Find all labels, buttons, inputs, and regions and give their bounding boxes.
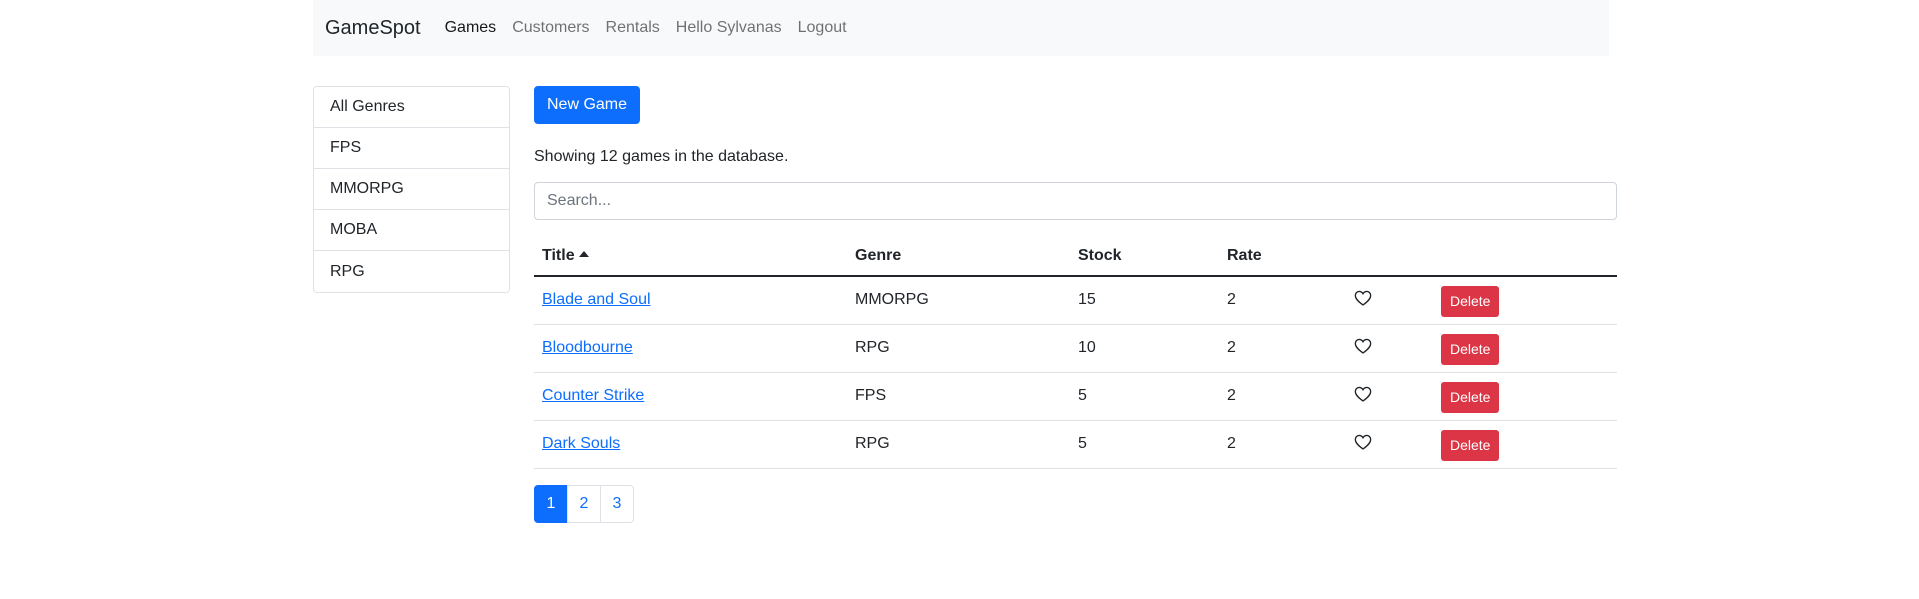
caret-up-icon — [578, 250, 589, 257]
game-stock: 5 — [1070, 372, 1219, 421]
column-header-stock[interactable]: Stock — [1070, 236, 1219, 277]
page-link-3[interactable]: 3 — [600, 484, 634, 523]
genre-item-rpg[interactable]: RPG — [314, 251, 509, 292]
column-header-title-label: Title — [542, 246, 575, 264]
game-title-link[interactable]: Blade and Soul — [542, 291, 651, 308]
game-rate: 2 — [1219, 420, 1346, 469]
nav-link-profile[interactable]: Hello Sylvanas — [676, 19, 782, 37]
nav-link-games[interactable]: Games — [445, 19, 497, 37]
game-genre: RPG — [847, 420, 1070, 469]
heart-outline-icon[interactable] — [1354, 337, 1372, 355]
table-row: Blade and Soul MMORPG 15 2 Delete — [534, 276, 1617, 325]
heart-outline-icon[interactable] — [1354, 385, 1372, 403]
pagination: 1 2 3 — [534, 484, 1617, 523]
table-row: Bloodbourne RPG 10 2 Delete — [534, 324, 1617, 373]
game-genre: RPG — [847, 324, 1070, 373]
game-rate: 2 — [1219, 324, 1346, 373]
page-container: GameSpot Games Customers Rentals Hello S… — [313, 0, 1617, 523]
column-header-actions — [1433, 236, 1617, 277]
brand-link[interactable]: GameSpot — [325, 17, 421, 40]
column-header-like — [1346, 236, 1433, 277]
game-genre: FPS — [847, 372, 1070, 421]
table-header-row: Title Genre Stock Rate — [534, 236, 1617, 277]
table-row: Dark Souls RPG 5 2 Delete — [534, 420, 1617, 469]
column-header-rate[interactable]: Rate — [1219, 236, 1346, 277]
delete-button[interactable]: Delete — [1441, 333, 1500, 365]
nav-link-logout[interactable]: Logout — [798, 19, 847, 37]
search-input[interactable] — [534, 182, 1617, 220]
games-table: Title Genre Stock Rate Blade and Soul MM… — [534, 236, 1617, 469]
page-link-1[interactable]: 1 — [534, 484, 568, 523]
heart-outline-icon[interactable] — [1354, 433, 1372, 451]
heart-outline-icon[interactable] — [1354, 289, 1372, 307]
new-game-button[interactable]: New Game — [534, 86, 641, 124]
genre-item-all[interactable]: All Genres — [314, 87, 509, 128]
game-rate: 2 — [1219, 276, 1346, 325]
genre-item-moba[interactable]: MOBA — [314, 210, 509, 251]
nav-link-customers[interactable]: Customers — [512, 19, 589, 37]
delete-button[interactable]: Delete — [1441, 285, 1500, 317]
top-navbar: GameSpot Games Customers Rentals Hello S… — [313, 0, 1609, 56]
genre-list: All Genres FPS MMORPG MOBA RPG — [313, 86, 510, 293]
game-stock: 5 — [1070, 420, 1219, 469]
game-stock: 15 — [1070, 276, 1219, 325]
games-count-summary: Showing 12 games in the database. — [534, 148, 789, 165]
column-header-title[interactable]: Title — [534, 236, 847, 277]
nav-link-rentals[interactable]: Rentals — [606, 19, 660, 37]
game-genre: MMORPG — [847, 276, 1070, 325]
table-row: Counter Strike FPS 5 2 Delete — [534, 372, 1617, 421]
genre-item-mmorpg[interactable]: MMORPG — [314, 169, 509, 210]
game-rate: 2 — [1219, 372, 1346, 421]
game-stock: 10 — [1070, 324, 1219, 373]
delete-button[interactable]: Delete — [1441, 381, 1500, 413]
game-title-link[interactable]: Counter Strike — [542, 387, 644, 404]
delete-button[interactable]: Delete — [1441, 429, 1500, 461]
game-title-link[interactable]: Dark Souls — [542, 435, 620, 452]
page-link-2[interactable]: 2 — [567, 484, 601, 523]
main-content: New Game Showing 12 games in the databas… — [534, 86, 1617, 523]
column-header-genre[interactable]: Genre — [847, 236, 1070, 277]
genre-item-fps[interactable]: FPS — [314, 128, 509, 169]
game-title-link[interactable]: Bloodbourne — [542, 339, 633, 356]
